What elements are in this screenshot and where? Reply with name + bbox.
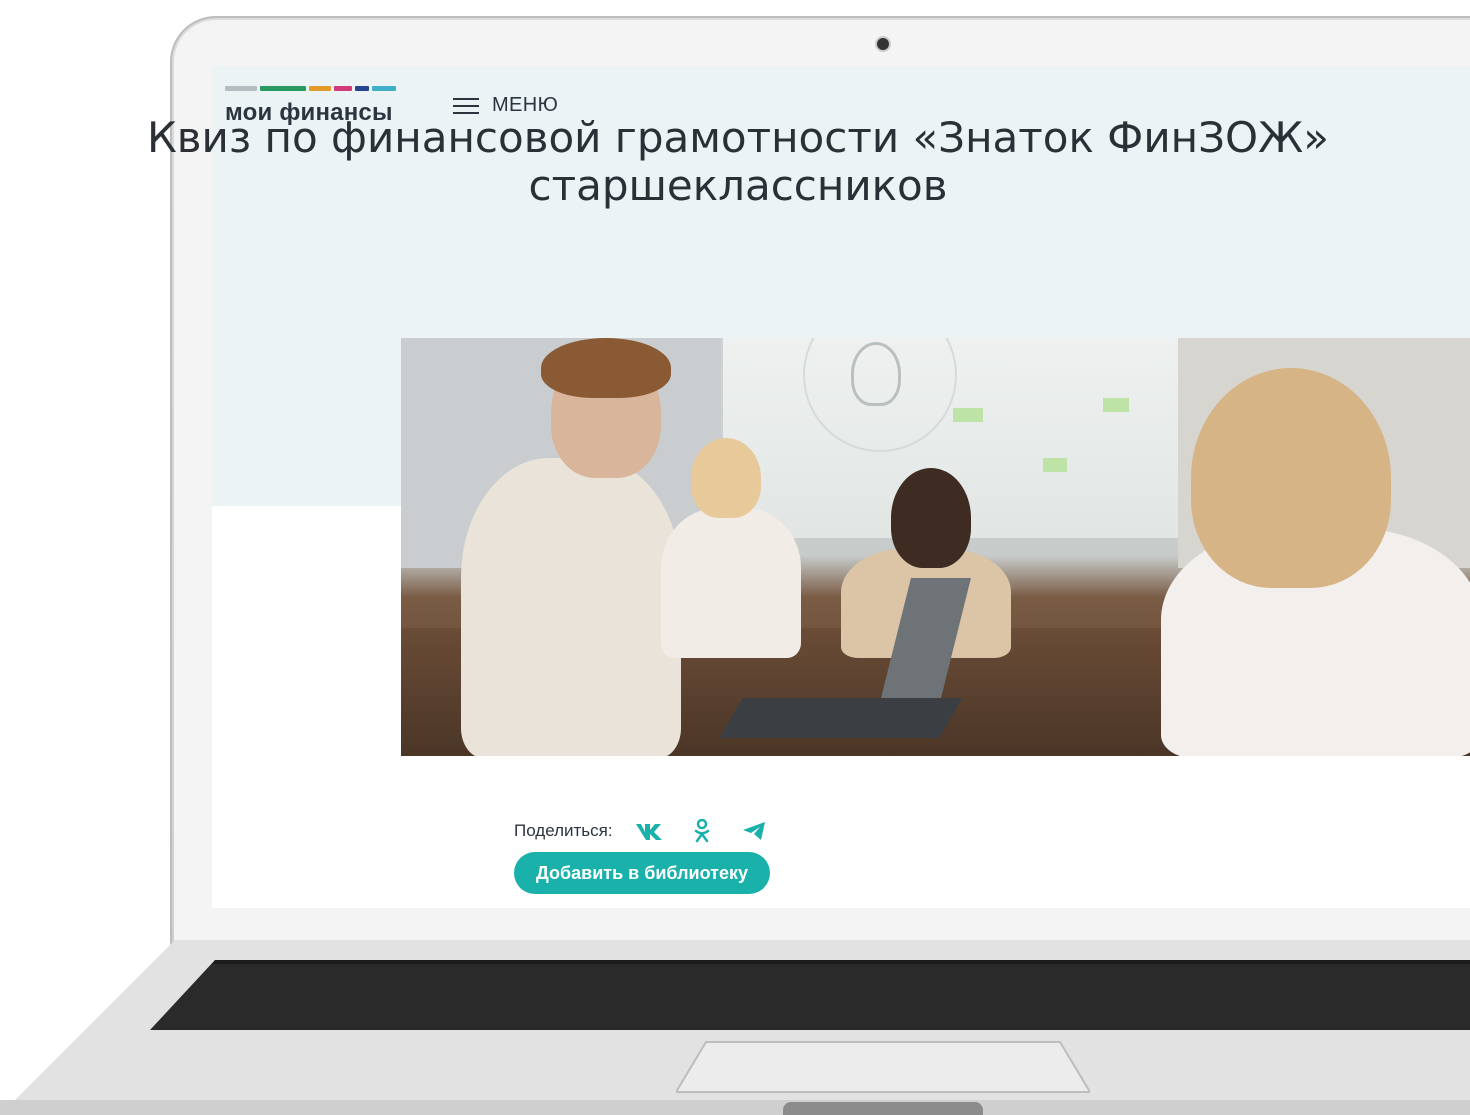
page-title: Квиз по финансовой грамотности «Знаток Ф… bbox=[0, 114, 1470, 210]
page-title-line-2: старшеклассников bbox=[528, 161, 948, 210]
logo-stripe bbox=[260, 86, 306, 91]
logo-stripe bbox=[309, 86, 331, 91]
logo-stripe bbox=[334, 86, 352, 91]
trackpad bbox=[674, 1040, 1092, 1094]
vk-icon[interactable] bbox=[635, 820, 665, 842]
logo-stripes bbox=[225, 86, 396, 91]
laptop-front-notch bbox=[783, 1102, 983, 1115]
odnoklassniki-icon[interactable] bbox=[687, 819, 717, 843]
logo-stripe bbox=[225, 86, 257, 91]
logo-stripe bbox=[355, 86, 369, 91]
webcam-icon bbox=[877, 38, 889, 50]
page-title-line-1: Квиз по финансовой грамотности «Знаток Ф… bbox=[146, 113, 1329, 162]
add-to-library-button[interactable]: Добавить в библиотеку bbox=[514, 852, 770, 894]
logo-stripe bbox=[372, 86, 396, 91]
telegram-icon[interactable] bbox=[739, 820, 769, 842]
